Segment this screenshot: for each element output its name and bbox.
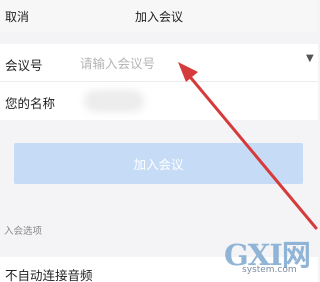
page-title: 加入会议 (134, 10, 183, 24)
join-meeting-button[interactable]: 加入会议 (14, 143, 303, 184)
header-bar: 取消 加入会议 (0, 0, 318, 32)
chevron-down-icon[interactable]: ▼ (306, 53, 318, 69)
meeting-id-label: 会议号 (5, 58, 43, 73)
watermark: GXI网 system.com (222, 232, 318, 280)
option-label: 不自动连接音频 (5, 268, 93, 282)
name-input[interactable] (84, 90, 144, 112)
meeting-id-row: 会议号 ▼ (0, 44, 318, 82)
name-label: 您的名称 (5, 96, 56, 111)
form-card: 会议号 ▼ 您的名称 (0, 44, 318, 120)
name-row: 您的名称 (0, 82, 318, 120)
meeting-id-input[interactable] (80, 52, 280, 74)
options-section-label: 入会选项 (4, 226, 43, 237)
watermark-url: system.com (242, 265, 297, 275)
